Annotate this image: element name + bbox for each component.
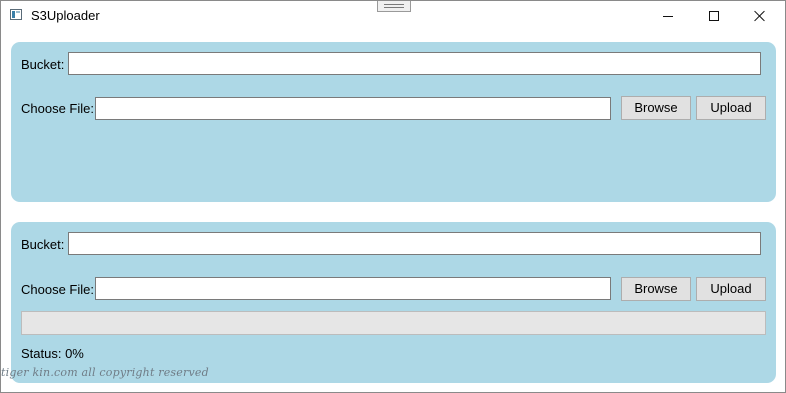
maximize-button[interactable] [691, 1, 737, 31]
choose-file-label: Choose File: [21, 282, 94, 297]
bucket-input[interactable] [68, 232, 761, 255]
status-text: Status: 0% [21, 346, 84, 361]
drag-handle[interactable] [377, 1, 411, 12]
bucket-label: Bucket: [21, 57, 65, 72]
upload-button[interactable]: Upload [696, 96, 766, 120]
browse-button[interactable]: Browse [621, 96, 691, 120]
minimize-button[interactable] [645, 1, 691, 31]
title-bar[interactable]: S3Uploader [1, 1, 785, 31]
app-window: S3Uploader Bucket: Choose File: Browse U… [0, 0, 786, 393]
choose-file-label: Choose File: [21, 101, 94, 116]
watermark-text: tiger kin.com all copyright reserved [1, 366, 209, 379]
maximize-icon [709, 11, 719, 21]
minimize-icon [663, 16, 673, 17]
upload-panel-2: Bucket: Choose File: Browse Upload Statu… [11, 222, 776, 383]
close-icon [754, 10, 766, 22]
file-path-input[interactable] [95, 277, 611, 300]
upload-button[interactable]: Upload [696, 277, 766, 301]
bucket-input[interactable] [68, 52, 761, 75]
upload-panel-1: Bucket: Choose File: Browse Upload [11, 42, 776, 202]
browse-button[interactable]: Browse [621, 277, 691, 301]
upload-progress-bar [21, 311, 766, 335]
window-title: S3Uploader [31, 8, 100, 23]
bucket-label: Bucket: [21, 237, 65, 252]
app-window-icon [10, 9, 22, 20]
close-button[interactable] [737, 1, 783, 31]
file-path-input[interactable] [95, 97, 611, 120]
